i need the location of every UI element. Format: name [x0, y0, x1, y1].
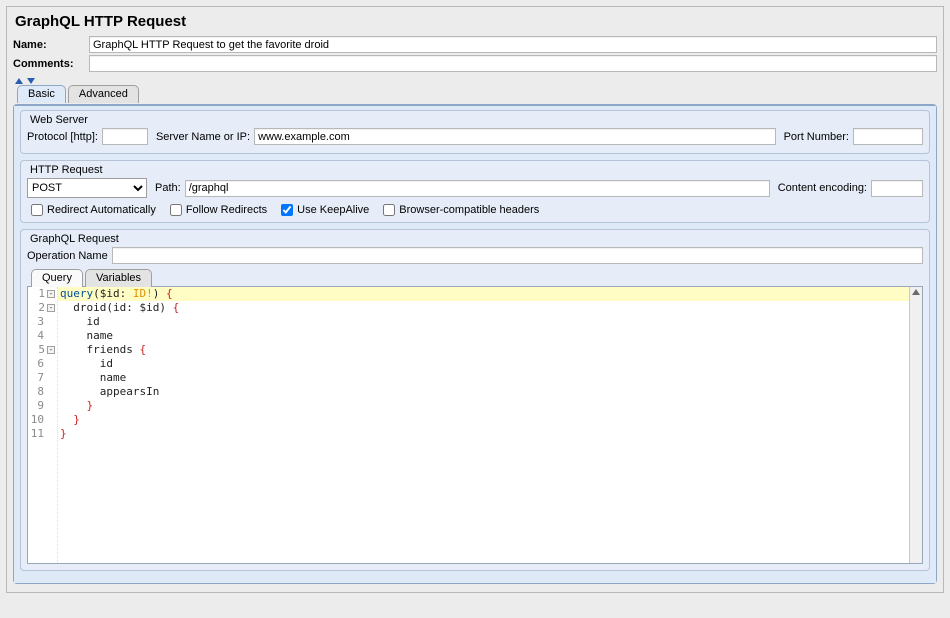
port-label: Port Number: [784, 131, 853, 143]
web-server-legend: Web Server [27, 114, 91, 126]
tab-variables[interactable]: Variables [85, 269, 152, 287]
server-field[interactable] [254, 128, 776, 145]
path-field[interactable] [185, 180, 770, 197]
tab-query[interactable]: Query [31, 269, 83, 287]
scroll-up-arrow-icon[interactable] [912, 289, 920, 295]
http-request-group: HTTP Request POST Path: Content encoding… [20, 160, 930, 223]
web-server-group: Web Server Protocol [http]: Server Name … [20, 110, 930, 154]
path-label: Path: [155, 182, 185, 194]
http-request-legend: HTTP Request [27, 164, 106, 176]
editor-code[interactable]: query($id: ID!) { droid(id: $id) { id na… [58, 287, 909, 563]
graphql-request-legend: GraphQL Request [27, 233, 122, 245]
editor-scrollbar[interactable] [909, 287, 922, 563]
fold-toggle-icon[interactable]: - [47, 346, 55, 354]
protocol-label: Protocol [http]: [27, 131, 102, 143]
name-label: Name: [13, 39, 89, 51]
graphql-http-request-panel: GraphQL HTTP Request Name: Comments: Bas… [6, 6, 944, 593]
name-field[interactable] [89, 36, 937, 53]
port-field[interactable] [853, 128, 923, 145]
fold-toggle-icon[interactable]: - [47, 304, 55, 312]
encoding-label: Content encoding: [778, 182, 871, 194]
encoding-field[interactable] [871, 180, 923, 197]
query-editor[interactable]: 1-2-345-67891011 query($id: ID!) { droid… [27, 286, 923, 564]
comments-label: Comments: [13, 58, 89, 70]
check-redirect-auto[interactable]: Redirect Automatically [31, 204, 156, 216]
tab-advanced[interactable]: Advanced [68, 85, 139, 103]
page-title: GraphQL HTTP Request [15, 13, 937, 30]
check-follow-redirects[interactable]: Follow Redirects [170, 204, 267, 216]
tab-basic[interactable]: Basic [17, 85, 66, 103]
operation-name-label: Operation Name [27, 250, 112, 262]
check-browser-compat[interactable]: Browser-compatible headers [383, 204, 539, 216]
protocol-field[interactable] [102, 128, 148, 145]
comments-field[interactable] [89, 55, 937, 72]
collapse-handle[interactable] [13, 78, 937, 84]
fold-toggle-icon[interactable]: - [47, 290, 55, 298]
check-keepalive[interactable]: Use KeepAlive [281, 204, 369, 216]
editor-gutter: 1-2-345-67891011 [28, 287, 58, 563]
graphql-request-group: GraphQL Request Operation Name Query Var… [20, 229, 930, 571]
http-method-select[interactable]: POST [27, 178, 147, 198]
server-label: Server Name or IP: [156, 131, 254, 143]
operation-name-field[interactable] [112, 247, 923, 264]
